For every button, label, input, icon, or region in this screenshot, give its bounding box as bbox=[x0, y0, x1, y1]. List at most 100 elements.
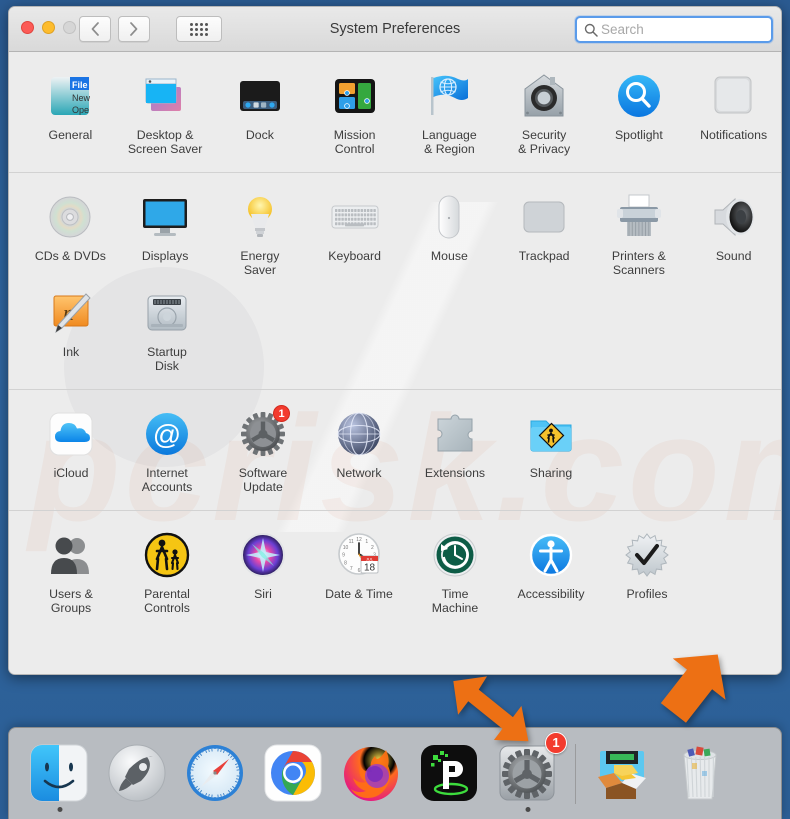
dock-icon bbox=[239, 81, 280, 111]
search-field[interactable] bbox=[575, 16, 778, 43]
pref-pane-trackpad[interactable]: Trackpad bbox=[497, 187, 592, 283]
mission-control-icon bbox=[334, 79, 375, 113]
dock-item-safari[interactable] bbox=[177, 734, 255, 814]
desktop-screensaver-icon bbox=[145, 78, 182, 111]
pref-pane-cds-dvds[interactable]: CDs & DVDs bbox=[23, 187, 118, 283]
dock-item-system-preferences[interactable]: 1 bbox=[489, 731, 567, 814]
pref-pane-parental-controls[interactable]: Parental Controls bbox=[119, 525, 215, 621]
sound-icon bbox=[714, 197, 754, 237]
ink-icon: n bbox=[45, 287, 97, 339]
firefox-icon bbox=[344, 746, 398, 801]
preferences-row: n Ink Startup Disk bbox=[9, 283, 781, 379]
pref-pane-ink[interactable]: n Ink bbox=[23, 283, 119, 379]
trash-icon bbox=[683, 746, 717, 799]
pref-pane-mission-control[interactable]: Mission Control bbox=[307, 66, 402, 162]
pref-pane-icloud[interactable]: iCloud bbox=[23, 404, 119, 500]
pref-pane-label: Ink bbox=[62, 345, 80, 359]
dock-item-chrome[interactable] bbox=[255, 734, 333, 814]
search-input[interactable] bbox=[601, 22, 778, 37]
pref-pane-startup-disk[interactable]: Startup Disk bbox=[119, 283, 215, 379]
cds-dvds-icon bbox=[44, 191, 96, 243]
pref-pane-displays[interactable]: Displays bbox=[118, 187, 213, 283]
pref-pane-label: Extensions bbox=[424, 466, 486, 480]
dock-badge: 1 bbox=[545, 731, 567, 754]
pref-pane-internet-accounts[interactable]: @ Internet Accounts bbox=[119, 404, 215, 500]
icloud-icon bbox=[45, 408, 97, 460]
accessibility-icon bbox=[529, 533, 573, 577]
pref-pane-notifications[interactable]: Notifications bbox=[686, 66, 781, 162]
pref-pane-mouse[interactable]: Mouse bbox=[402, 187, 497, 283]
safari-icon bbox=[187, 744, 243, 801]
dock-item-ipvanish[interactable] bbox=[411, 734, 489, 814]
ink-icon: n bbox=[53, 293, 91, 334]
cds-dvds-icon bbox=[49, 196, 91, 238]
pref-pane-dock[interactable]: Dock bbox=[213, 66, 308, 162]
pref-pane-siri[interactable]: Siri bbox=[215, 525, 311, 621]
pref-pane-keyboard[interactable]: Keyboard bbox=[307, 187, 402, 283]
svg-text:1: 1 bbox=[365, 539, 368, 545]
users-groups-icon bbox=[51, 537, 89, 574]
svg-text:11: 11 bbox=[349, 539, 354, 545]
pref-pane-profiles[interactable]: Profiles bbox=[599, 525, 695, 621]
preferences-section-hardware: CDs & DVDs Displays Energy Saver Keyboard… bbox=[9, 172, 781, 389]
pref-pane-extensions[interactable]: Extensions bbox=[407, 404, 503, 500]
pref-pane-general[interactable]: File New Ope General bbox=[23, 66, 118, 162]
internet-accounts-icon: @ bbox=[141, 408, 193, 460]
running-indicator bbox=[525, 806, 531, 812]
safari-icon bbox=[185, 743, 247, 805]
pref-pane-date-time[interactable]: 121234567891011 JUL 18Date & Time bbox=[311, 525, 407, 621]
pref-pane-label: General bbox=[48, 128, 93, 142]
mouse-icon bbox=[438, 195, 460, 239]
pref-pane-accessibility[interactable]: Accessibility bbox=[503, 525, 599, 621]
dock-item-launchpad[interactable] bbox=[99, 734, 177, 814]
pref-pane-label: Mission Control bbox=[333, 128, 376, 156]
svg-text:9: 9 bbox=[342, 553, 345, 559]
dock-separator bbox=[575, 743, 576, 804]
startup-disk-icon bbox=[141, 287, 193, 339]
date-time-icon: 121234567891011 JUL 18 bbox=[338, 533, 380, 575]
pref-pane-sound[interactable]: Sound bbox=[686, 187, 781, 283]
svg-text:File: File bbox=[72, 80, 88, 90]
ipvanish-icon bbox=[419, 743, 481, 805]
preferences-section-system: Users & Groups Parental Controls Siri 12 1 2… bbox=[9, 510, 781, 631]
update-badge: 1 bbox=[273, 405, 290, 422]
pref-pane-time-machine[interactable]: Time Machine bbox=[407, 525, 503, 621]
internet-accounts-icon: @ bbox=[146, 413, 188, 455]
pref-pane-label: iCloud bbox=[53, 466, 89, 480]
pref-pane-label: Profiles bbox=[626, 587, 668, 601]
pref-pane-software-update[interactable]: 1 Software Update bbox=[215, 404, 311, 500]
pref-pane-label: Keyboard bbox=[328, 249, 381, 263]
keyboard-icon bbox=[331, 205, 379, 229]
pref-pane-label: Software Update bbox=[238, 466, 288, 494]
finder-icon bbox=[29, 743, 91, 805]
software-update-icon: 1 bbox=[237, 405, 290, 460]
svg-text:Ope: Ope bbox=[72, 105, 89, 115]
pref-pane-label: Parental Controls bbox=[144, 587, 190, 615]
pref-pane-users-groups[interactable]: Users & Groups bbox=[23, 525, 119, 621]
startup-disk-icon bbox=[147, 295, 187, 331]
pref-pane-language-region[interactable]: Language & Region bbox=[402, 66, 497, 162]
dock-item-firefox[interactable] bbox=[333, 734, 411, 814]
pref-pane-label: Sound bbox=[715, 249, 752, 263]
energy-saver-icon bbox=[247, 197, 272, 237]
pref-pane-spotlight[interactable]: Spotlight bbox=[592, 66, 687, 162]
svg-text:JUL: JUL bbox=[366, 556, 374, 561]
pref-pane-label: Siri bbox=[254, 587, 272, 601]
extensions-icon bbox=[437, 414, 473, 452]
mission-control-icon bbox=[329, 70, 381, 122]
pref-pane-label: Sharing bbox=[529, 466, 573, 480]
pref-pane-desktop-screen-saver[interactable]: Desktop & Screen Saver bbox=[118, 66, 213, 162]
pref-pane-printers-scanners[interactable]: Printers & Scanners bbox=[592, 187, 687, 283]
dock-item-finder[interactable] bbox=[21, 734, 99, 814]
pref-pane-security-privacy[interactable]: Security & Privacy bbox=[497, 66, 592, 162]
pref-pane-label: Dock bbox=[245, 128, 274, 142]
firefox-icon bbox=[341, 743, 403, 805]
dock-item-downloads-stack[interactable] bbox=[584, 734, 662, 814]
pref-pane-sharing[interactable]: Sharing bbox=[503, 404, 599, 500]
pref-pane-label: Printers & Scanners bbox=[611, 249, 666, 277]
preferences-row: CDs & DVDs Displays Energy Saver Keyboard… bbox=[9, 187, 781, 283]
printers-scanners-icon bbox=[613, 191, 665, 243]
pref-pane-network[interactable]: Network bbox=[311, 404, 407, 500]
pref-pane-energy-saver[interactable]: Energy Saver bbox=[213, 187, 308, 283]
dock-item-trash[interactable] bbox=[662, 734, 740, 814]
